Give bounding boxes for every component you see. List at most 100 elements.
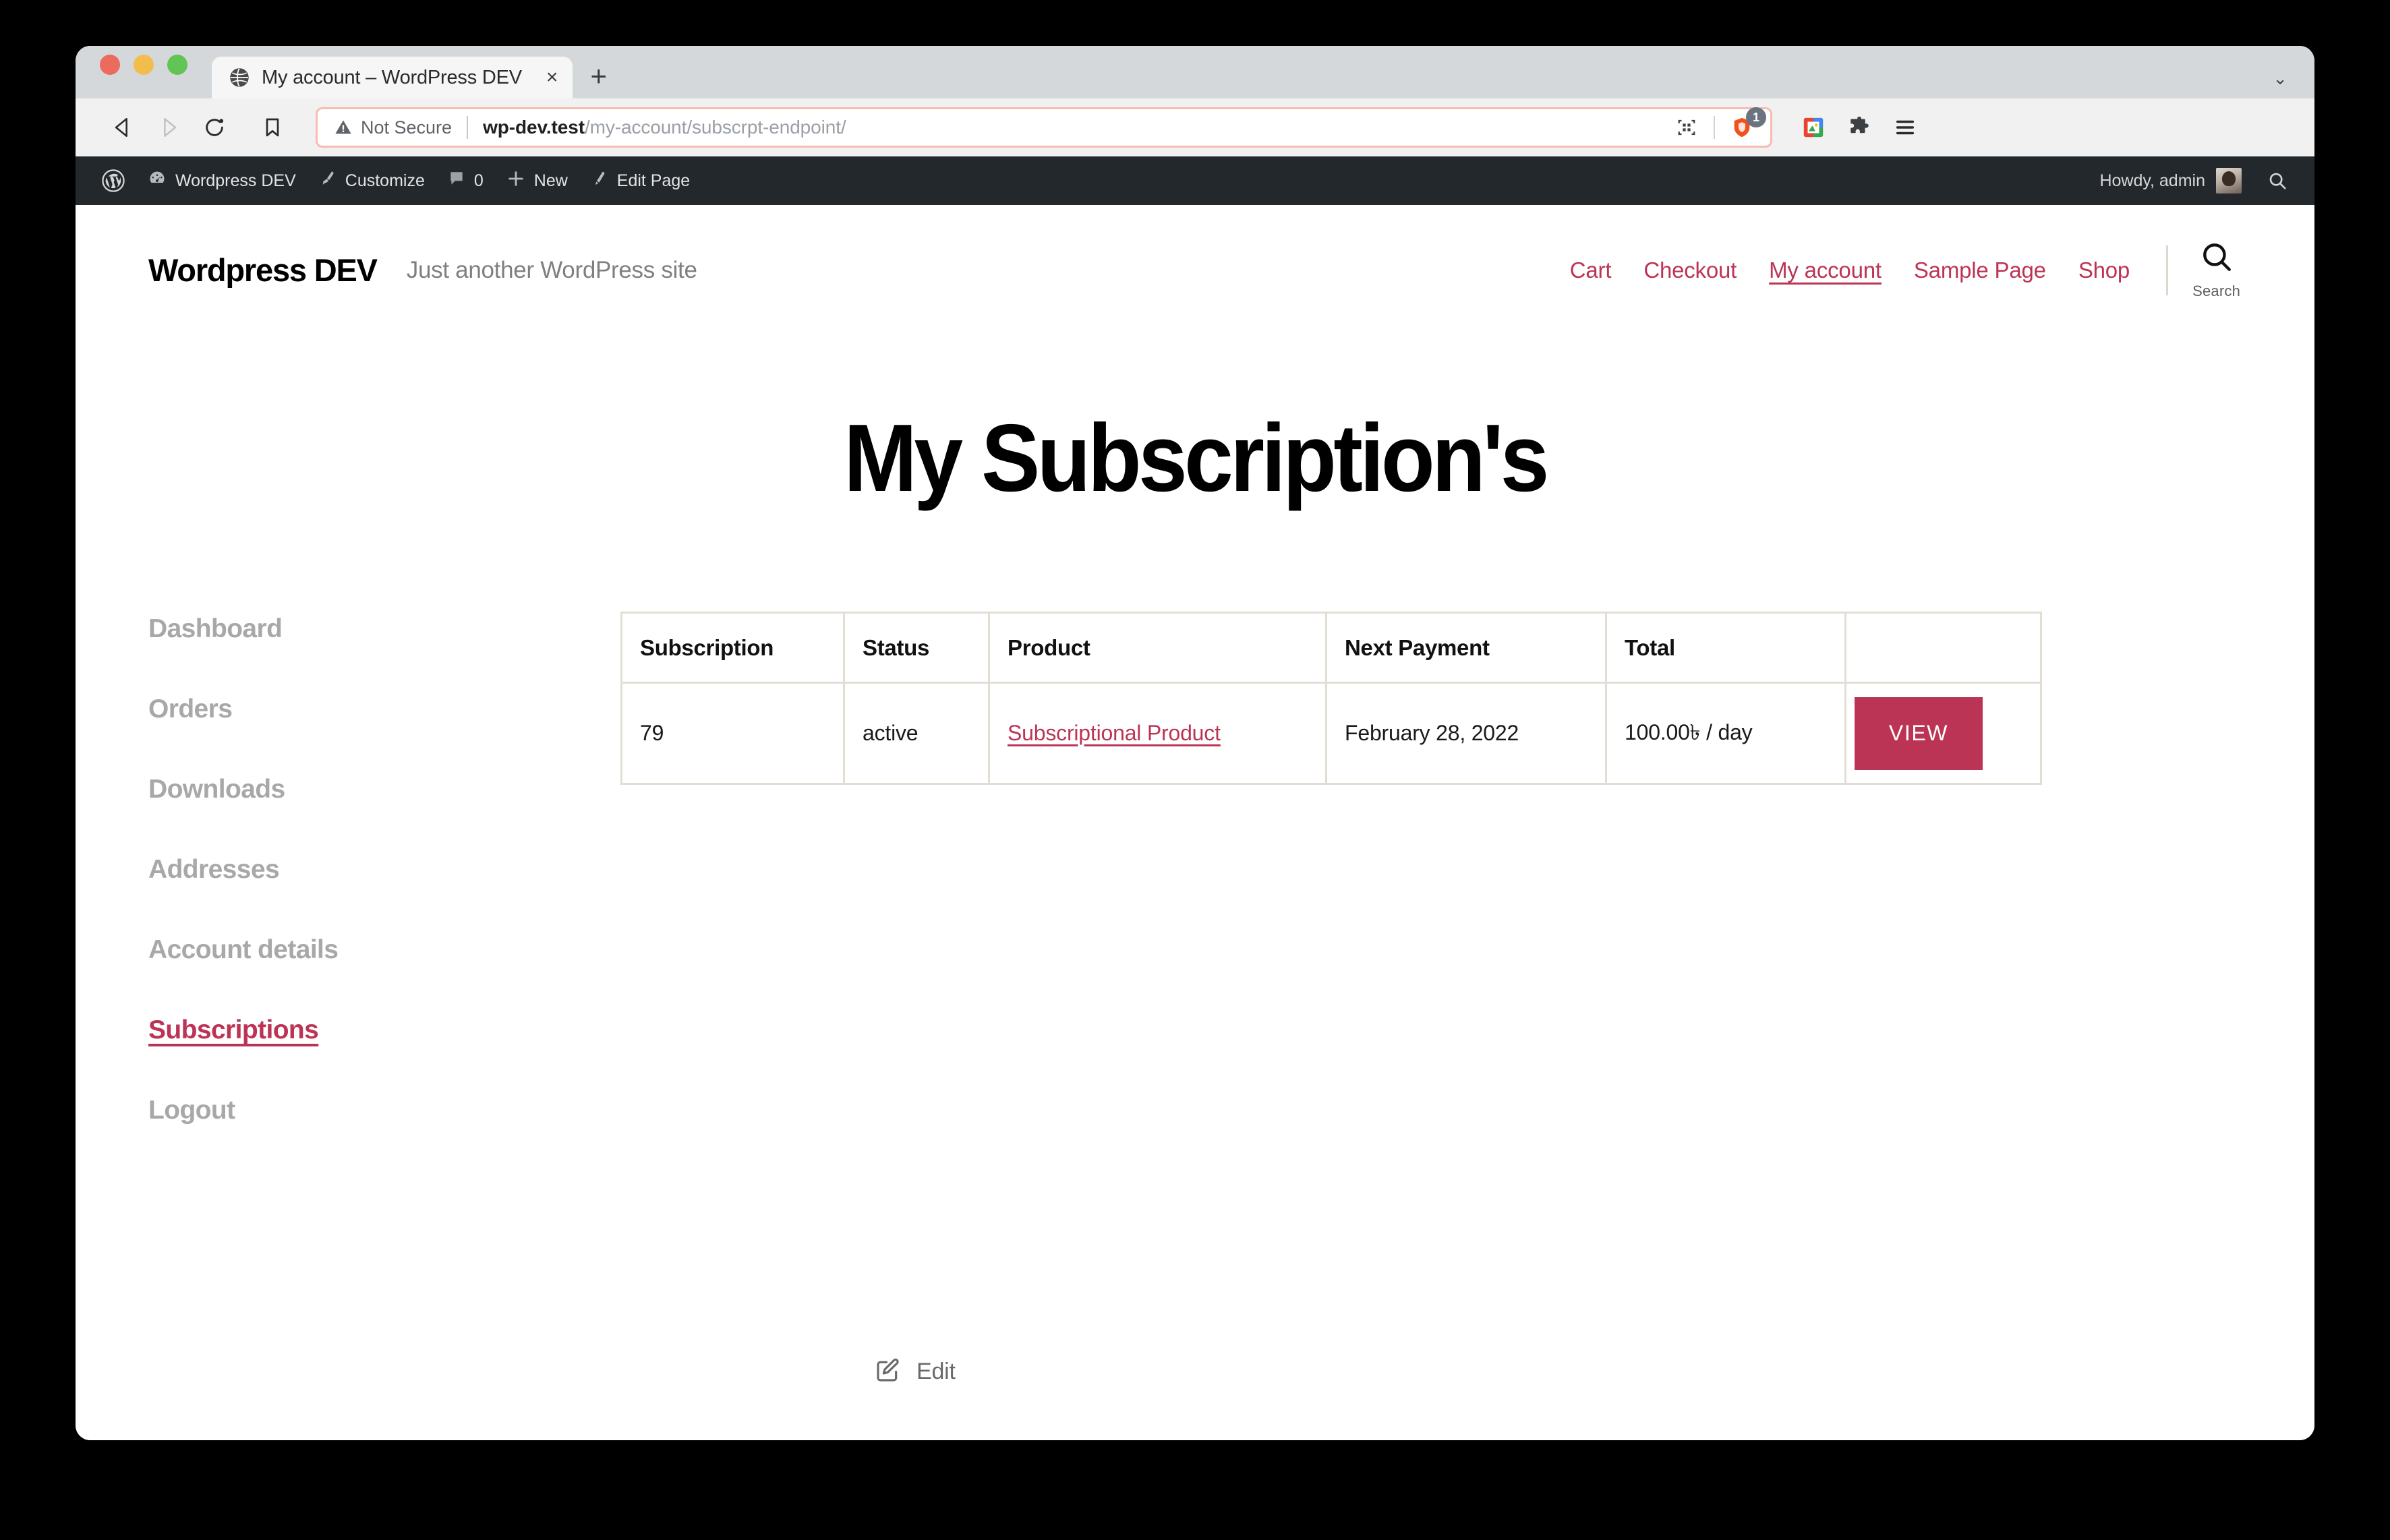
paintbrush-icon <box>319 170 337 192</box>
adminbar-item-customize[interactable]: Customize <box>308 156 436 205</box>
primary-navigation: Cart Checkout My account Sample Page Sho… <box>1554 240 2250 300</box>
not-secure-indicator[interactable]: Not Secure <box>334 117 452 138</box>
my-account-layout: Dashboard Orders Downloads Addresses Acc… <box>76 608 2314 1176</box>
column-header-status: Status <box>843 612 990 684</box>
search-icon <box>2200 240 2234 277</box>
view-subscription-button[interactable]: VIEW <box>1855 697 1983 770</box>
edit-label: Edit <box>916 1359 956 1384</box>
subscriptions-table: Subscription Status Product Next Payment… <box>620 612 2042 785</box>
nav-item-sample-page[interactable]: Sample Page <box>1898 258 2062 283</box>
search-toggle-button[interactable]: Search <box>2192 240 2250 300</box>
brave-shield-icon[interactable]: 1 <box>1723 107 1766 146</box>
sidebar-item-orders[interactable]: Orders <box>148 694 560 724</box>
window-controls <box>100 46 187 98</box>
warning-triangle-icon <box>335 120 351 134</box>
back-arrow-icon[interactable] <box>100 105 146 150</box>
bookmark-icon[interactable] <box>252 105 293 150</box>
omnibox-actions: 1 <box>1668 107 1766 146</box>
adminbar-comments-count: 0 <box>473 171 484 190</box>
my-account-content: Subscription Status Product Next Payment… <box>560 608 2242 1176</box>
adminbar-item-site-name[interactable]: Wordpress DEV <box>136 156 308 205</box>
site-title[interactable]: Wordpress DEV <box>148 251 378 289</box>
wordpress-admin-bar: Wordpress DEV Customize 0 New Edit Page … <box>76 156 2314 205</box>
product-link[interactable]: Subscriptional Product <box>1008 721 1221 745</box>
table-row: 79 active Subscriptional Product Februar… <box>620 682 2042 785</box>
sidebar-item-addresses[interactable]: Addresses <box>148 855 560 885</box>
column-header-product: Product <box>988 612 1327 684</box>
extensions-puzzle-icon[interactable] <box>1848 116 1871 139</box>
close-window-button[interactable] <box>100 55 120 75</box>
nav-item-checkout[interactable]: Checkout <box>1627 258 1753 283</box>
not-secure-label: Not Secure <box>361 117 453 138</box>
cell-status: active <box>843 682 990 785</box>
tab-strip: My account – WordPress DEV × + ⌄ <box>76 46 2314 98</box>
site-tagline: Just another WordPress site <box>406 256 697 283</box>
adminbar-howdy[interactable]: Howdy, admin <box>2089 156 2252 205</box>
comment-bubble-icon <box>448 170 465 192</box>
hamburger-menu-icon[interactable] <box>1894 116 1917 139</box>
table-head: Subscription Status Product Next Payment… <box>620 612 2042 684</box>
omnibox-divider <box>467 116 469 139</box>
forward-arrow-icon <box>146 105 192 150</box>
adminbar-right-group: Howdy, admin <box>2089 156 2296 205</box>
url-path: /my-account/subscrpt-endpoint/ <box>584 117 846 138</box>
adminbar-edit-page-label: Edit Page <box>616 171 691 190</box>
search-toggle-label: Search <box>2192 283 2240 299</box>
edit-page-link[interactable]: Edit <box>875 1357 956 1387</box>
new-tab-button[interactable]: + <box>590 62 607 90</box>
adminbar-item-edit-page[interactable]: Edit Page <box>579 156 701 205</box>
nav-item-cart[interactable]: Cart <box>1554 258 1628 283</box>
address-bar[interactable]: Not Secure wp-dev.test/my-account/subscr… <box>316 107 1772 148</box>
site-header: Wordpress DEV Just another WordPress sit… <box>76 205 2314 331</box>
page-title: My Subscription's <box>844 405 1549 512</box>
tab-title: My account – WordPress DEV <box>262 66 522 88</box>
sidebar-item-logout[interactable]: Logout <box>148 1096 560 1125</box>
shield-blocked-count: 1 <box>1746 107 1766 127</box>
cell-actions: VIEW <box>1844 682 2042 785</box>
minimize-window-button[interactable] <box>134 55 154 75</box>
edit-square-pencil-icon <box>875 1357 902 1387</box>
photos-extension-icon[interactable] <box>1802 116 1825 139</box>
sidebar-item-account-details[interactable]: Account details <box>148 935 560 965</box>
adminbar-item-comments[interactable]: 0 <box>436 156 495 205</box>
column-header-subscription: Subscription <box>620 612 845 684</box>
adminbar-new-label: New <box>533 171 568 190</box>
adminbar-search-icon[interactable] <box>2252 171 2296 191</box>
adminbar-customize-label: Customize <box>345 171 425 190</box>
wordpress-logo-icon[interactable] <box>90 156 136 205</box>
qr-code-icon[interactable] <box>1668 109 1706 146</box>
cell-product: Subscriptional Product <box>988 682 1327 785</box>
howdy-label: Howdy, admin <box>2099 171 2205 190</box>
plus-icon <box>506 169 525 193</box>
nav-divider <box>2166 245 2169 295</box>
column-header-next-payment: Next Payment <box>1325 612 1607 684</box>
sidebar-item-downloads[interactable]: Downloads <box>148 775 560 804</box>
toolbar-extension-icons <box>1802 116 1917 139</box>
close-tab-button[interactable]: × <box>546 67 558 88</box>
my-account-navigation: Dashboard Orders Downloads Addresses Acc… <box>148 608 560 1176</box>
cell-next-payment: February 28, 2022 <box>1325 682 1607 785</box>
url-host: wp-dev.test <box>483 117 585 138</box>
adminbar-site-name-label: Wordpress DEV <box>175 171 296 190</box>
cell-subscription-id: 79 <box>620 682 845 785</box>
page-viewport: Wordpress DEV Customize 0 New Edit Page … <box>76 156 2314 1440</box>
nav-item-shop[interactable]: Shop <box>2062 258 2146 283</box>
browser-tab[interactable]: My account – WordPress DEV × <box>212 57 573 98</box>
maximize-window-button[interactable] <box>167 55 187 75</box>
url-text: wp-dev.test/my-account/subscrpt-endpoint… <box>483 117 846 138</box>
table-body: 79 active Subscriptional Product Februar… <box>620 682 2042 785</box>
sidebar-item-subscriptions[interactable]: Subscriptions <box>148 1015 560 1045</box>
reload-icon[interactable] <box>192 105 237 150</box>
tab-search-chevron-icon[interactable]: ⌄ <box>2273 68 2287 89</box>
sidebar-item-dashboard[interactable]: Dashboard <box>148 614 560 644</box>
globe-favicon-icon <box>229 67 250 88</box>
omnibox-action-divider <box>1714 116 1715 139</box>
nav-item-my-account[interactable]: My account <box>1753 258 1898 283</box>
pencil-icon <box>591 170 608 192</box>
table-header-row: Subscription Status Product Next Payment… <box>620 612 2042 684</box>
adminbar-item-new[interactable]: New <box>495 156 579 205</box>
browser-toolbar: Not Secure wp-dev.test/my-account/subscr… <box>76 98 2314 156</box>
dashboard-icon <box>148 169 167 193</box>
avatar <box>2216 168 2242 194</box>
browser-window: My account – WordPress DEV × + ⌄ Not Sec… <box>76 46 2314 1440</box>
